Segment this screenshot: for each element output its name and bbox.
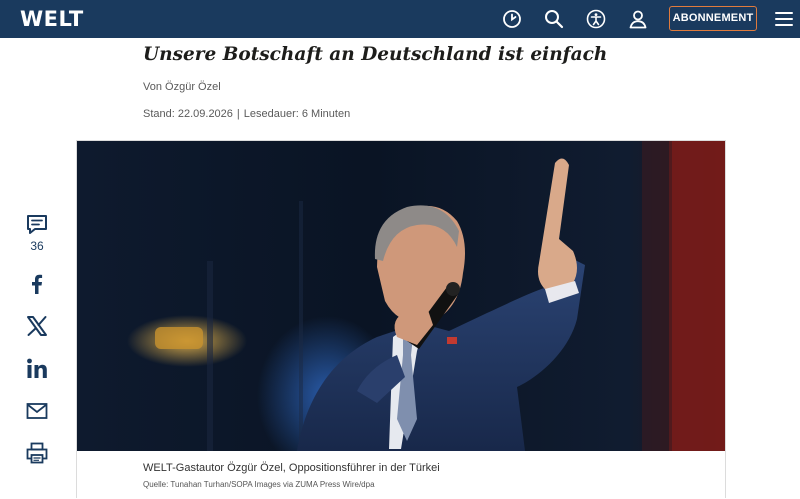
linkedin-icon[interactable] xyxy=(24,356,50,382)
welt-logo[interactable]: WELT xyxy=(20,6,84,32)
article-meta: Stand: 22.09.2026 | Lesedauer: 6 Minuten xyxy=(143,108,350,120)
comment-icon[interactable] xyxy=(24,212,50,238)
x-icon[interactable] xyxy=(24,313,50,339)
menu-icon[interactable] xyxy=(773,8,795,30)
image-credit: Quelle: Tunahan Turhan/SOPA Images via Z… xyxy=(143,480,375,489)
user-icon[interactable] xyxy=(627,8,649,30)
comment-count[interactable]: 36 xyxy=(20,239,54,253)
article-author[interactable]: Von Özgür Özel xyxy=(143,81,221,93)
clock-icon[interactable] xyxy=(501,8,523,30)
article-headline: Unsere Botschaft an Deutschland ist einf… xyxy=(143,44,608,65)
lead-photo[interactable] xyxy=(77,141,725,451)
reading-time: Lesedauer: 6 Minuten xyxy=(243,108,351,120)
subscribe-button[interactable]: ABONNEMENT xyxy=(669,6,757,31)
lead-image-figure: WELT-Gastautor Özgür Özel, Oppositionsfü… xyxy=(76,140,726,498)
publish-date: Stand: 22.09.2026 xyxy=(143,108,233,120)
search-icon[interactable] xyxy=(543,8,565,30)
mail-icon[interactable] xyxy=(24,398,50,424)
image-caption: WELT-Gastautor Özgür Özel, Oppositionsfü… xyxy=(143,462,440,474)
meta-separator: | xyxy=(236,108,240,120)
print-icon[interactable] xyxy=(24,440,50,466)
facebook-icon[interactable] xyxy=(24,271,50,297)
accessibility-icon[interactable] xyxy=(585,8,607,30)
top-navigation-bar: WELT ABONNEMENT xyxy=(0,0,800,38)
